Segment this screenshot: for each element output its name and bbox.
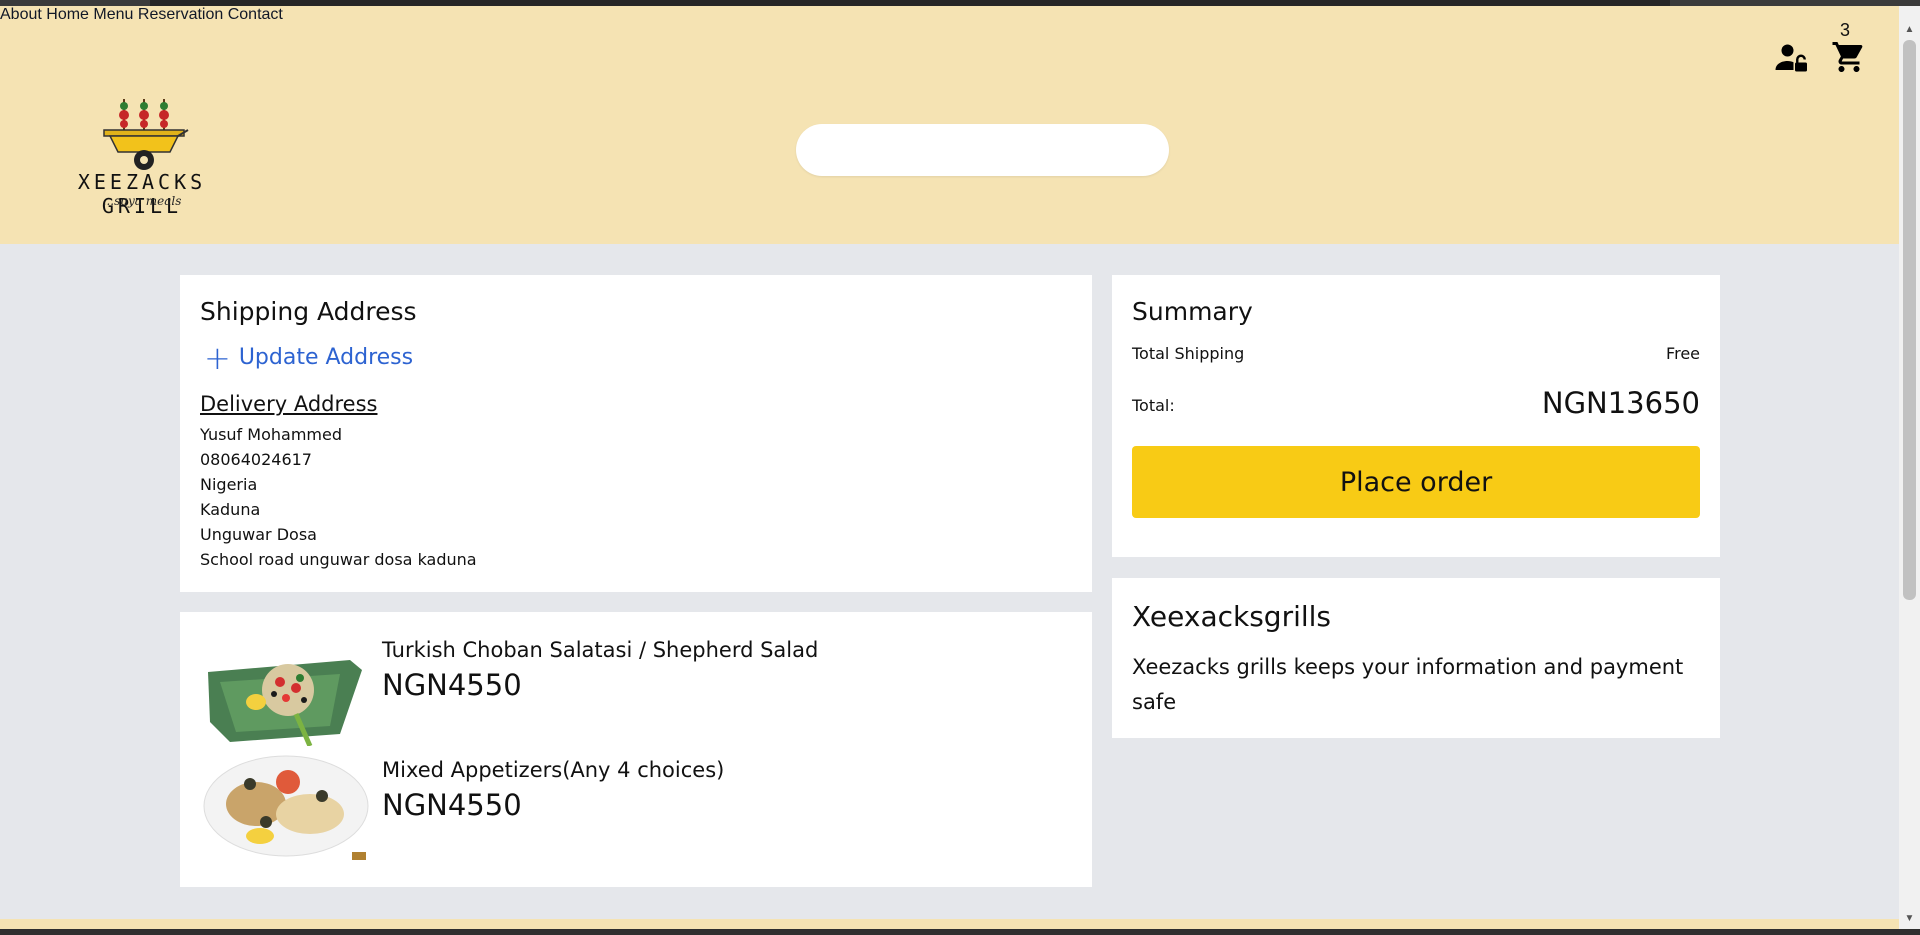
summary-title: Summary [1132,297,1253,326]
nav-reservation[interactable]: Reservation [138,6,223,23]
shepherd-salad-image [200,630,372,746]
nav-contact[interactable]: Contact [228,6,283,23]
address-name: Yusuf Mohammed [200,425,342,444]
info-title: Xeexacksgrills [1132,600,1332,633]
scroll-up-icon[interactable]: ▲ [1899,24,1920,38]
shipping-title: Shipping Address [200,297,417,326]
mixed-appetizers-image [200,752,372,868]
cart-icon[interactable] [1831,39,1867,75]
scroll-down-icon[interactable]: ▼ [1899,913,1920,927]
shipping-value: Free [1666,344,1700,363]
summary-card: Summary Total Shipping Free Total: NGN13… [1112,275,1720,557]
scroll-thumb[interactable] [1903,40,1916,600]
total-value: NGN13650 [1541,386,1700,420]
nav-home[interactable]: Home [46,6,89,23]
nav-about[interactable]: About [0,6,42,23]
address-state: Kaduna [200,500,261,519]
delivery-address-title: Delivery Address [200,392,378,416]
update-address-button[interactable]: + Update Address [204,338,414,377]
browser-bottom-bar [0,929,1920,935]
cart-count-badge: 3 [1840,20,1851,40]
user-lock-icon[interactable] [1774,40,1810,76]
address-street: School road unguwar dosa kaduna [200,550,477,569]
scrollbar[interactable]: ▲ ▼ [1899,6,1920,929]
search-input[interactable] [796,124,1169,176]
info-text: Xeezacks grills keeps your information a… [1132,655,1684,714]
shipping-label: Total Shipping [1132,344,1245,363]
footer-strip [0,919,1899,929]
update-address-label: Update Address [238,345,414,370]
nav-menu[interactable]: Menu [93,6,133,23]
shipping-address-card: Shipping Address + Update Address Delive… [180,275,1092,592]
place-order-button[interactable]: Place order [1132,446,1700,518]
address-country: Nigeria [200,475,258,494]
logo-tagline: ...suya meals [102,194,182,208]
item-price: NGN4550 [382,788,522,822]
item-name: Turkish Choban Salatasi / Shepherd Salad [382,638,819,662]
address-phone: 08064024617 [200,450,312,469]
grill-cart-logo-icon [103,99,189,170]
total-label: Total: [1132,396,1175,415]
main-nav: About Home Menu Reservation Contact [0,6,1899,24]
item-price: NGN4550 [382,668,522,702]
order-items-card: Turkish Choban Salatasi / Shepherd Salad… [180,612,1092,887]
address-area: Unguwar Dosa [200,525,317,544]
plus-icon: + [204,338,231,377]
security-info-card: Xeexacksgrills Xeezacks grills keeps you… [1112,578,1720,738]
logo[interactable]: XEEZACKS GRILL ...suya meals [52,94,232,218]
site-header: XEEZACKS GRILL ...suya meals About Home … [0,6,1899,244]
item-name: Mixed Appetizers(Any 4 choices) [382,758,725,782]
